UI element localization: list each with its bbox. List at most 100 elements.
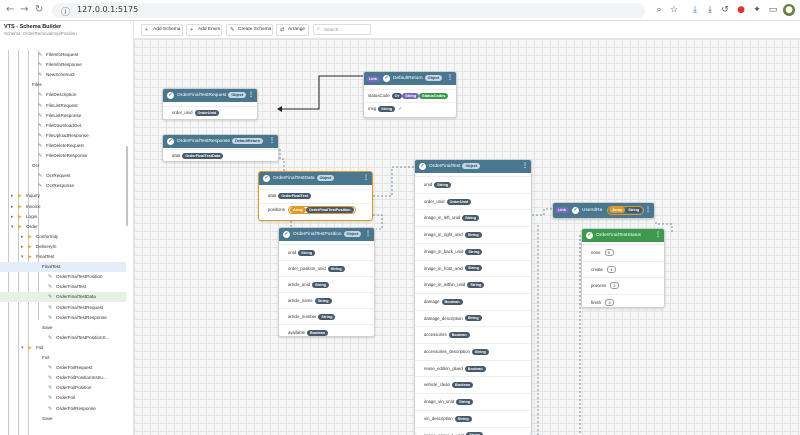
more-icon[interactable]: ⋮ [269,135,275,148]
profile-avatar[interactable]: ● [783,4,795,16]
node-order-final-test-request[interactable]: ✓ OrderFinalTestRequest Object ⋮ order_un… [162,88,258,120]
tree-item[interactable]: ✎ FileDeleteResponse [0,151,126,161]
search-input[interactable]: ⌕ Search... [313,24,371,35]
field-row[interactable]: finish 3 [582,293,664,311]
more-icon[interactable]: ⋮ [655,229,661,242]
tree-item[interactable]: ▶ ▸ DeliveryIn [0,242,126,252]
field-row[interactable]: image_in_within_unid String [415,276,531,293]
tree-item[interactable]: ▶ ▾ Order [0,222,126,232]
tree-item[interactable]: ✎ OrderFinalTestData [0,292,126,303]
node-header[interactable]: ✓ OrderFinalTestPosition Object ⋮ [279,228,374,241]
field-row[interactable]: damage Boolean [415,292,531,310]
edit-icon[interactable]: ✓ [586,232,593,239]
field-row[interactable]: vin_description String [415,409,531,427]
field-row[interactable]: image_in_back_unid String [415,242,531,260]
field-row[interactable]: msg String ✓ [364,102,456,113]
field-row[interactable]: data OrderFinalTestData [163,149,278,160]
chevron-icon[interactable]: ▸ [11,212,14,222]
field-row[interactable]: process 2 [582,277,664,294]
field-row[interactable]: article_name String [279,292,374,308]
tree-item[interactable]: ✎ OrderFoil [0,393,126,403]
edit-icon[interactable]: ✓ [383,75,390,82]
field-row[interactable]: unid String [415,176,531,193]
tree-item[interactable]: ✎ OrderFinalTestPositionS... [0,333,126,343]
tree-item[interactable]: ✎ FileDescription [0,90,126,100]
chevron-icon[interactable]: ▾ [11,222,14,232]
extension-icon[interactable]: ● [734,3,748,17]
node-header[interactable]: ✓ OrderFinalTestStatus ⋮ [582,229,664,242]
arrange-button[interactable]: ⇄ Arrange [276,24,309,36]
field-row[interactable]: order_unid OrderUnid [163,106,257,117]
node-default-return[interactable]: Link ✓ DefaultReturn Object ⋮ statusCode O… [363,71,457,118]
chevron-icon[interactable]: ▸ [21,232,24,242]
field-row[interactable]: none 0 [582,244,664,261]
tree-item[interactable]: Foil [0,353,126,363]
tree-item[interactable]: FinalTest [0,262,126,273]
more-icon[interactable]: ⋮ [447,72,453,85]
field-row[interactable]: reuse_edition_glued Boolean [415,359,531,377]
chevron-icon[interactable]: ▾ [21,343,24,353]
zoom-icon[interactable]: ⌕ [652,3,666,17]
field-row[interactable]: data OrderFinalTest [259,189,372,200]
node-order-final-test-position[interactable]: ✓ OrderFinalTestPosition Object ⋮ unid Str… [278,227,375,337]
tree-item[interactable]: ✎ FileDeleteRequest [0,141,126,151]
node-header[interactable]: ✓ OrderFinalTestData Object ⋮ [259,172,372,185]
tree-item[interactable]: ✎ OcrRequest [0,171,126,181]
more-icon[interactable]: ⋮ [365,228,371,241]
address-bar[interactable]: ⓘ 127.0.0.1:5175 [52,3,645,18]
edit-icon[interactable]: ✓ [167,138,174,145]
edit-icon[interactable]: ✓ [419,163,426,170]
more-icon[interactable]: ⋮ [522,160,528,173]
tree-item[interactable]: Save [0,414,126,424]
site-info-icon[interactable]: ⓘ [61,5,70,18]
tree-item[interactable]: ✎ OcrResponse [0,181,126,191]
create-schema-button[interactable]: ✎ Create Schema [226,24,273,36]
node-order-final-test-status[interactable]: ✓ OrderFinalTestStatus ⋮ none 0 create 1 pro… [581,228,665,308]
field-row[interactable]: accessories Boolean [415,326,531,343]
downloads-icon[interactable]: ⤓ [703,3,717,17]
edit-icon[interactable]: ✓ [263,175,270,182]
edit-icon[interactable]: ✓ [572,207,579,214]
more-icon[interactable]: ⋮ [645,203,651,218]
node-header[interactable]: ✓ OrderFinalTest Object ⋮ [415,160,531,173]
tree-item[interactable]: ▶ ▾ FinalTest [0,252,126,262]
sidebar-scrollbar[interactable] [126,146,128,226]
more-icon[interactable]: ⋮ [363,172,369,185]
tree-item[interactable]: ✎ FileDownloadGet [0,121,126,131]
tree-item[interactable]: ▶ ▸ Login [0,212,126,222]
tree-item[interactable]: Ocr [0,161,126,171]
tree-item[interactable]: ✎ OrderFinalTest [0,282,126,292]
back-icon[interactable]: ← [6,4,14,16]
forward-icon[interactable]: → [20,4,28,16]
field-row[interactable]: accessories_description String [415,343,531,360]
tree-item[interactable]: ▶ ▸ Inquiry [0,191,126,201]
field-row[interactable]: vehicle_clean Boolean [415,376,531,393]
field-row[interactable]: image_in_right_unid String [415,226,531,243]
tree-item[interactable]: ▶ ▸ Conformity [0,232,126,242]
puzzle-icon[interactable]: ✦ [750,3,764,17]
tree-item[interactable]: ✎ OrderFoilPositionInstru... [0,373,126,383]
node-user-id-ra[interactable]: Link ✓ UserIdRa Array String ⋮ [552,202,655,219]
chevron-icon[interactable]: ▸ [11,202,14,212]
node-order-final-test-response[interactable]: ✓ OrderFinalTestResponse DefaultReturn ⋮ … [162,134,279,162]
chevron-icon[interactable]: ▾ [21,252,24,262]
field-row[interactable]: positions Array OrderFinalTestPosition [259,203,372,214]
tree-item[interactable]: ✎ FileInfoResponse [0,60,126,70]
node-order-final-test[interactable]: ✓ OrderFinalTest Object ⋮ unid String order… [414,159,532,435]
tree-item[interactable]: ✎ OrderFinalTestRequest [0,303,126,313]
node-header[interactable]: ✓ OrderFinalTestResponse DefaultReturn ⋮ [163,135,278,148]
history-icon[interactable]: ↺ [718,3,732,17]
tree-item[interactable]: ▶ ▾ Foil [0,343,126,353]
node-order-final-test-data[interactable]: ✓ OrderFinalTestData Object ⋮ data OrderFi… [258,171,373,221]
more-icon[interactable]: ⋮ [248,89,254,102]
tree-item[interactable]: ✎ FileListRequest [0,101,126,111]
tree-item[interactable]: ✎ NewSchema3 [0,70,126,80]
field-row[interactable]: order_unid OrderUnid [415,192,531,210]
field-row[interactable]: damage_description String [415,309,531,327]
field-row[interactable]: create 1 [582,260,664,278]
tree-item[interactable]: ✎ FileListResponse [0,111,126,121]
node-header[interactable]: ✓ OrderFinalTestRequest Object ⋮ [163,89,257,102]
tree-item[interactable]: ▶ ▸ Invoice [0,202,126,212]
tree-item[interactable]: Save [0,323,126,333]
download-icon[interactable]: ⤓ [688,3,702,17]
